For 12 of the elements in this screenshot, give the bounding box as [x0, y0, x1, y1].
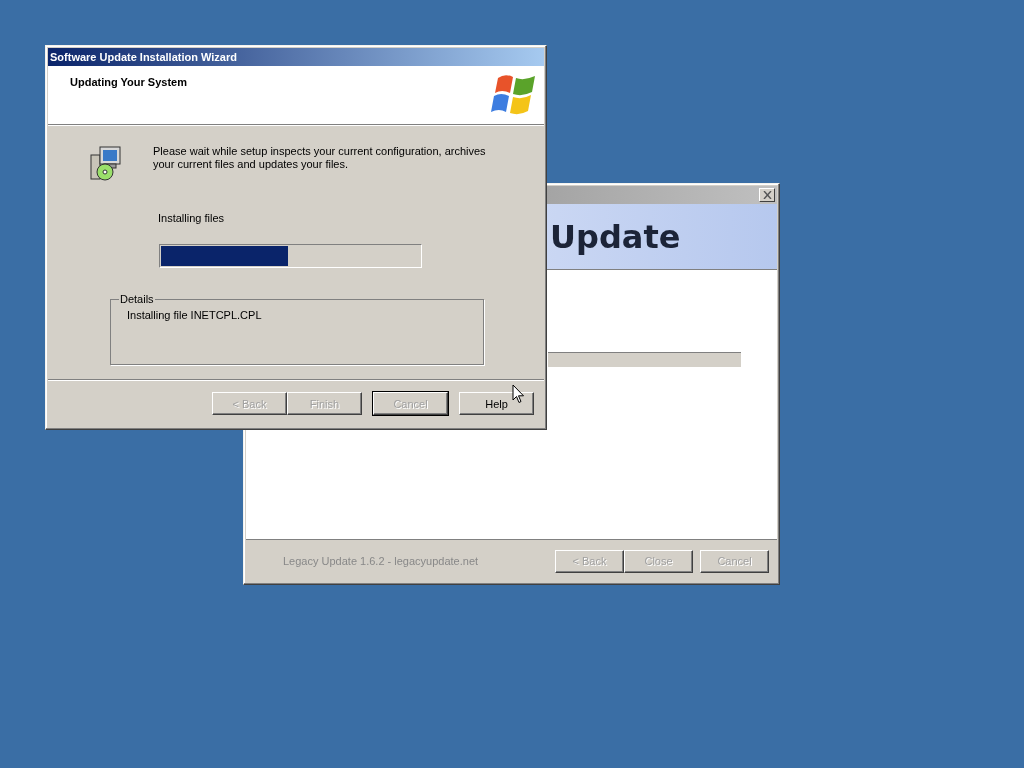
wizard-button[interactable]: Help [459, 392, 534, 415]
page-heading: Updating Your System [70, 76, 187, 90]
mouse-pointer-icon [512, 384, 525, 404]
close-icon [762, 191, 772, 199]
version-label: Legacy Update 1.6.2 - legacyupdate.net [283, 555, 479, 567]
status-label: Installing files [158, 212, 226, 224]
details-text: Installing file INETCPL.CPL [127, 309, 263, 321]
instruction-text: Please wait while setup inspects your current configuration, archives your current files and updates your files. [153, 145, 487, 171]
group-label: Details [119, 293, 155, 305]
computer-disc-icon [88, 145, 122, 181]
window-title: Software Update Installation Wizard [49, 51, 237, 63]
header-title: Update [550, 217, 681, 256]
